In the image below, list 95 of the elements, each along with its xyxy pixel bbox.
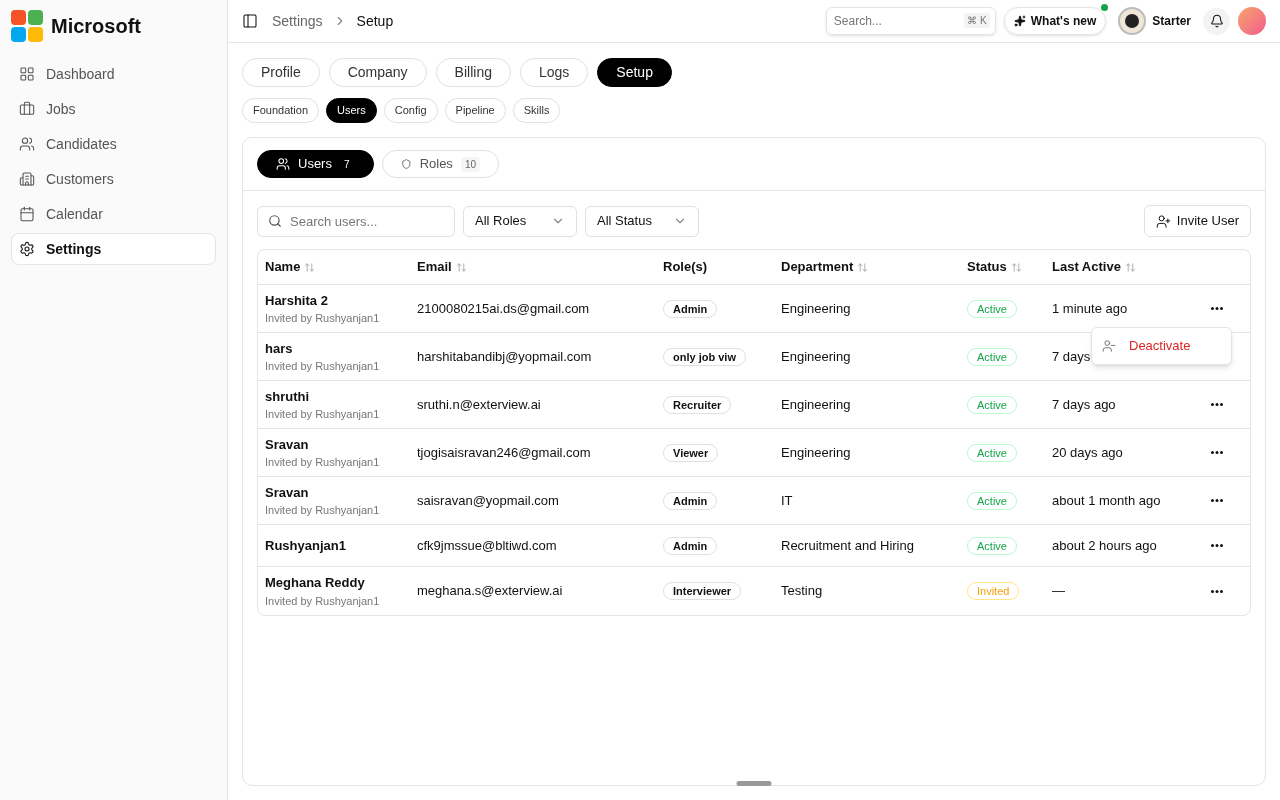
building-icon [19, 171, 35, 187]
email-text: sruthi.n@exterview.ai [417, 396, 541, 412]
settings-tab[interactable]: Logs [519, 58, 589, 87]
panel-tab[interactable]: Roles 10 [382, 150, 499, 178]
more-icon [1211, 499, 1223, 502]
column-header[interactable]: Status [967, 257, 1007, 277]
invited-by-text: Invited by Rushyanjan1 [265, 455, 381, 470]
sidebar-item[interactable]: Candidates [11, 128, 216, 160]
sidebar-item[interactable]: Calendar [11, 198, 216, 230]
user-name: shruthi [265, 387, 311, 406]
user-avatar[interactable] [1238, 7, 1266, 35]
breadcrumb-item[interactable]: Settings [272, 10, 323, 32]
people-icon [276, 157, 290, 171]
deactivate-menu-item[interactable]: Deactivate [1096, 332, 1227, 360]
shield-icon [401, 157, 412, 171]
subtab[interactable]: Skills [512, 98, 561, 123]
department-text: Engineering [781, 396, 851, 412]
column-header[interactable]: Name [265, 257, 301, 277]
user-name: hars [265, 339, 294, 358]
user-name: Rushyanjan1 [265, 536, 347, 555]
avatar-icon [1118, 7, 1147, 35]
last-active-text: — [1052, 583, 1065, 599]
user-name: Sravan [265, 435, 310, 454]
invited-by-text: Invited by Rushyanjan1 [265, 311, 381, 326]
sidebar-item[interactable]: Dashboard [11, 58, 216, 90]
invite-user-button[interactable]: Invite User [1143, 205, 1251, 237]
more-icon [1211, 307, 1223, 310]
briefcase-icon [19, 101, 35, 117]
invited-by-text: Invited by Rushyanjan1 [265, 593, 381, 609]
last-active-text: about 1 month ago [1052, 492, 1161, 508]
settings-tab[interactable]: Company [328, 58, 427, 87]
department-text: Engineering [781, 444, 851, 460]
subtab[interactable]: Users [326, 98, 377, 123]
plan-label: Starter [1152, 13, 1191, 30]
user-minus-icon [1102, 339, 1116, 353]
email-text: cfk9jmssue@bltiwd.com [417, 537, 557, 553]
email-text: tjogisaisravan246@gmail.com [417, 444, 591, 460]
breadcrumb-item: Setup [356, 11, 394, 31]
department-text: Engineering [781, 300, 851, 316]
bell-icon [1209, 14, 1224, 28]
column-header[interactable]: Department [781, 257, 854, 277]
shortcut-hint: ⌘ K [964, 13, 990, 28]
column-header[interactable]: Last Active [1052, 257, 1121, 277]
subtab[interactable]: Pipeline [444, 98, 506, 123]
department-text: IT [781, 492, 793, 508]
column-header: Role(s) [663, 258, 708, 277]
logo-icon [11, 10, 43, 42]
sidebar-toggle-icon[interactable] [242, 13, 258, 29]
more-icon [1211, 403, 1223, 406]
email-text: saisravan@yopmail.com [417, 492, 559, 508]
panel-tab[interactable]: Users 7 [257, 150, 374, 178]
status-filter-dropdown[interactable]: All Status [585, 205, 699, 237]
settings-tab[interactable]: Profile [242, 58, 320, 87]
calendar-icon [19, 206, 35, 222]
invited-by-text: Invited by Rushyanjan1 [265, 503, 381, 518]
grid-icon [19, 66, 35, 82]
settings-tab[interactable]: Setup [597, 58, 672, 87]
last-active-text: 7 days [1052, 348, 1091, 364]
sparkle-icon [1013, 15, 1026, 27]
user-name: Meghana Reddy [265, 574, 366, 592]
more-icon [1211, 544, 1223, 547]
sidebar-item[interactable]: Jobs [11, 93, 216, 125]
sidebar-item[interactable]: Customers [11, 163, 216, 195]
role-filter-dropdown[interactable]: All Roles [463, 205, 577, 237]
last-active-text: 20 days ago [1052, 444, 1123, 460]
count-label: 10 [460, 156, 480, 172]
user-plus-icon [1155, 213, 1171, 229]
email-text: 2100080215ai.ds@gmail.com [417, 300, 590, 316]
people-icon [19, 136, 35, 152]
count-label: 7 [342, 157, 351, 172]
invited-by-text: Invited by Rushyanjan1 [265, 407, 381, 422]
department-text: Engineering [781, 348, 851, 364]
more-icon [1211, 589, 1223, 593]
sidebar-item[interactable]: Settings [11, 233, 216, 265]
subtab[interactable]: Config [383, 98, 438, 123]
department-text: Testing [781, 583, 823, 599]
settings-tab[interactable]: Billing [435, 58, 511, 87]
last-active-text: 1 minute ago [1052, 300, 1128, 316]
user-search-field[interactable]: Search users... [257, 205, 455, 237]
last-active-text: 7 days ago [1052, 396, 1116, 412]
brand-name: Microsoft [51, 14, 141, 39]
column-header[interactable]: Email [417, 257, 452, 277]
search-icon [268, 213, 282, 228]
subtab[interactable]: Foundation [242, 98, 320, 123]
user-name: Sravan [265, 483, 310, 502]
last-active-text: about 2 hours ago [1052, 537, 1157, 553]
email-text: harshitabandibj@yopmail.com [417, 348, 592, 364]
settings-icon [19, 241, 35, 257]
more-icon [1211, 451, 1223, 454]
notifications-button[interactable] [1203, 7, 1230, 35]
department-text: Recruitment and Hiring [781, 537, 914, 553]
user-name: Harshita 2 [265, 291, 329, 310]
resize-handle[interactable] [736, 781, 772, 786]
email-text: meghana.s@exterview.ai [417, 583, 563, 599]
invited-by-text: Invited by Rushyanjan1 [265, 359, 381, 374]
